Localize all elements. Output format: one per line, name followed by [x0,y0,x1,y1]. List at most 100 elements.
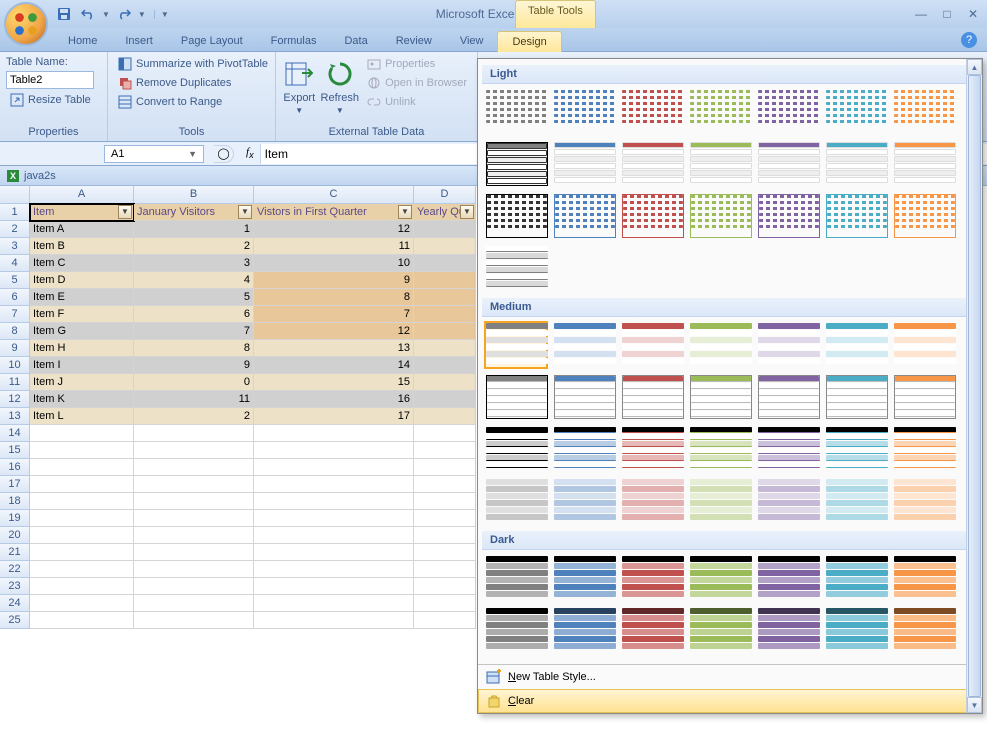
export-button[interactable]: Export▼ [282,56,317,124]
cell[interactable]: 15 [254,374,414,391]
cell[interactable] [134,527,254,544]
cell[interactable] [30,595,134,612]
row-header-17[interactable]: 17 [0,476,30,493]
undo-button[interactable] [78,4,98,24]
cell[interactable]: Item B [30,238,134,255]
cell[interactable]: 6 [134,306,254,323]
row-header-4[interactable]: 4 [0,255,30,272]
cell[interactable] [254,425,414,442]
table-style-thumb[interactable] [824,88,888,136]
col-header-D[interactable]: D [414,186,476,204]
cell[interactable]: 10 [254,255,414,272]
cell[interactable] [414,391,476,408]
redo-dropdown[interactable]: ▼ [138,10,146,19]
table-style-thumb[interactable] [688,373,752,421]
table-style-thumb[interactable] [484,373,548,421]
cell[interactable]: Item E [30,289,134,306]
tab-review[interactable]: Review [382,31,446,51]
cell[interactable] [254,544,414,561]
cell[interactable] [414,578,476,595]
table-style-thumb[interactable] [824,140,888,188]
table-style-thumb[interactable] [620,554,684,602]
table-style-thumb[interactable] [824,477,888,525]
cell[interactable] [30,459,134,476]
minimize-button[interactable]: — [913,7,929,21]
table-style-thumb[interactable] [688,140,752,188]
cell[interactable] [134,544,254,561]
table-style-thumb[interactable] [892,192,956,240]
cell[interactable] [134,493,254,510]
table-column-header[interactable]: January Visitors▼ [134,204,254,221]
row-header-15[interactable]: 15 [0,442,30,459]
table-style-thumb[interactable] [552,321,616,369]
cell[interactable] [30,527,134,544]
select-all-corner[interactable] [0,186,30,204]
table-style-thumb[interactable] [756,373,820,421]
row-header-21[interactable]: 21 [0,544,30,561]
refresh-button[interactable]: Refresh▼ [321,56,360,124]
table-style-thumb[interactable] [756,425,820,473]
table-style-thumb[interactable] [552,140,616,188]
cell[interactable] [414,374,476,391]
table-style-thumb[interactable] [620,425,684,473]
table-style-thumb[interactable] [688,321,752,369]
cell[interactable] [414,340,476,357]
filter-dropdown-icon[interactable]: ▼ [460,205,474,219]
table-style-thumb[interactable] [552,606,616,654]
table-style-thumb[interactable] [688,425,752,473]
cell[interactable]: 11 [254,238,414,255]
row-header-25[interactable]: 25 [0,612,30,629]
tab-view[interactable]: View [446,31,498,51]
row-header-23[interactable]: 23 [0,578,30,595]
table-style-thumb[interactable] [824,192,888,240]
table-style-thumb[interactable] [892,373,956,421]
undo-dropdown[interactable]: ▼ [102,10,110,19]
cell[interactable] [414,595,476,612]
cell[interactable]: Item F [30,306,134,323]
table-style-thumb[interactable] [484,606,548,654]
table-style-thumb[interactable] [756,321,820,369]
resize-table-button[interactable]: Resize Table [6,92,95,108]
col-header-A[interactable]: A [30,186,134,204]
cell[interactable] [414,442,476,459]
row-header-11[interactable]: 11 [0,374,30,391]
cell[interactable]: 7 [134,323,254,340]
table-style-thumb[interactable] [892,140,956,188]
row-header-9[interactable]: 9 [0,340,30,357]
table-style-thumb[interactable] [484,321,548,369]
row-header-24[interactable]: 24 [0,595,30,612]
cell[interactable]: Item K [30,391,134,408]
table-style-thumb[interactable] [484,192,548,240]
cell[interactable] [134,476,254,493]
table-style-thumb[interactable] [620,477,684,525]
table-style-thumb[interactable] [756,554,820,602]
cell[interactable] [134,578,254,595]
table-style-thumb[interactable] [484,244,548,292]
table-style-thumb[interactable] [552,425,616,473]
fx-icon[interactable]: fx [246,146,254,160]
cell[interactable]: 5 [134,289,254,306]
row-header-16[interactable]: 16 [0,459,30,476]
table-style-thumb[interactable] [892,477,956,525]
cell[interactable] [414,238,476,255]
cell[interactable] [254,595,414,612]
cell[interactable]: 14 [254,357,414,374]
row-header-6[interactable]: 6 [0,289,30,306]
cell[interactable]: 17 [254,408,414,425]
cell[interactable] [414,612,476,629]
cell[interactable]: 3 [134,255,254,272]
cell[interactable] [134,459,254,476]
close-button[interactable]: ✕ [965,7,981,21]
cell[interactable]: 1 [134,221,254,238]
table-style-thumb[interactable] [824,373,888,421]
table-style-thumb[interactable] [688,477,752,525]
col-header-C[interactable]: C [254,186,414,204]
cell[interactable] [134,595,254,612]
row-header-1[interactable]: 1 [0,204,30,221]
table-column-header[interactable]: Item▼ [30,204,134,221]
cell[interactable] [414,493,476,510]
gallery-scrollbar[interactable]: ▲ ▼ [966,59,982,713]
table-style-thumb[interactable] [756,192,820,240]
table-style-thumb[interactable] [552,554,616,602]
cell[interactable]: Item A [30,221,134,238]
